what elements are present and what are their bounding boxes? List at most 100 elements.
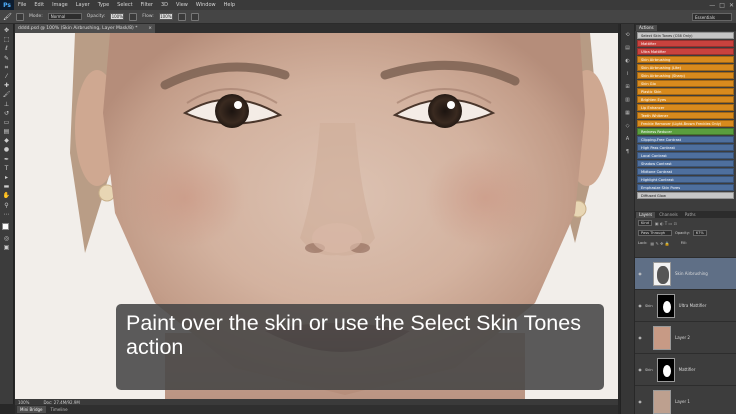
layer-thumbnail[interactable] [656,293,675,318]
tab-timeline[interactable]: Timeline [48,406,71,413]
layer-opacity-field[interactable]: 67% [692,230,707,236]
brush-panel-toggle-icon[interactable] [16,12,24,21]
tab-paths[interactable]: Paths [682,212,699,218]
swatches-icon[interactable]: ▦ [624,110,631,116]
action-item[interactable]: Lip Enhancer [637,103,734,112]
menu-image[interactable]: Image [48,2,72,8]
layer-row[interactable]: ◉ Skin Airbrushing [635,257,736,289]
lasso-tool-icon[interactable]: ℓ [3,46,11,52]
properties-icon[interactable]: ▤ [624,45,631,51]
action-item[interactable]: Highlight Contrast [637,175,734,184]
quick-select-tool-icon[interactable]: ✎ [3,55,11,62]
action-item[interactable]: Plastic Skin [637,87,734,96]
action-item[interactable]: Mattifier [637,39,734,48]
pressure-size-icon[interactable] [190,12,199,21]
menu-3d[interactable]: 3D [157,2,172,8]
action-item[interactable]: Diffused Glow [637,191,734,200]
lock-icons[interactable]: ▦ ✎ ✥ 🔒 [650,241,669,246]
layer-row[interactable]: ◉ Skin Ultra Mattifier [635,289,736,321]
healing-brush-tool-icon[interactable]: ✚ [3,83,11,89]
flow-field[interactable]: 100% [158,13,173,20]
histogram-icon[interactable]: ▥ [624,97,631,103]
layer-kind-filter[interactable]: Kind [638,220,652,226]
pen-tool-icon[interactable]: ✒ [3,156,11,163]
menu-edit[interactable]: Edit [30,2,48,8]
visibility-eye-icon[interactable]: ◉ [637,303,643,308]
action-item[interactable]: Teeth Whitener [637,111,734,120]
shape-tool-icon[interactable]: ▬ [3,184,11,190]
action-item[interactable]: Shadow Contrast [637,159,734,168]
action-item[interactable]: Skin Airbrushing (Lite) [637,63,734,72]
minimize-button[interactable]: — [709,2,715,9]
action-item[interactable]: Emphasize Skin Pores [637,183,734,192]
brush-preset-icon[interactable]: 🖌 [3,13,12,21]
crop-tool-icon[interactable]: ⌗ [3,64,11,71]
zoom-tool-icon[interactable]: ⚲ [3,202,11,209]
menu-window[interactable]: Window [192,2,220,8]
airbrush-icon[interactable] [177,12,186,21]
hand-tool-icon[interactable]: ✋ [3,193,11,199]
menu-view[interactable]: View [172,2,192,8]
tab-layers[interactable]: Layers [636,212,656,218]
visibility-eye-icon[interactable]: ◉ [637,335,643,340]
action-item[interactable]: Freckle Remover (Light-Brown Freckles On… [637,119,734,128]
action-item[interactable]: Clipping-Free Contrast [637,135,734,144]
menu-help[interactable]: Help [220,2,239,8]
history-brush-tool-icon[interactable]: ↺ [3,110,11,117]
layer-thumbnail[interactable] [656,357,675,382]
eraser-tool-icon[interactable]: ▭ [3,119,11,126]
action-item[interactable]: Redness Reducer [637,127,734,136]
visibility-eye-icon[interactable]: ◉ [637,367,643,372]
action-item[interactable]: Local Contrast [637,151,734,160]
menu-select[interactable]: Select [113,2,136,8]
screen-mode-icon[interactable]: ▣ [3,245,11,251]
maximize-button[interactable]: □ [719,2,725,9]
history-icon[interactable]: ⟲ [624,32,631,38]
menu-filter[interactable]: Filter [137,2,157,8]
clone-stamp-tool-icon[interactable]: ⊥ [3,101,11,108]
layer-row[interactable]: ◉ Layer 1 [635,385,736,414]
layer-thumbnail[interactable] [653,325,671,350]
navigator-icon[interactable]: ⊞ [624,84,631,90]
eyedropper-tool-icon[interactable]: ⁄ [3,73,11,80]
gradient-tool-icon[interactable]: ▤ [3,129,11,135]
blur-tool-icon[interactable]: ◆ [3,138,11,144]
layer-row[interactable]: ◉ Skin Mattifier [635,353,736,385]
action-item[interactable]: Midtone Contrast [637,167,734,176]
adjustments-icon[interactable]: ◐ [624,58,631,64]
menu-file[interactable]: File [14,2,30,8]
close-icon[interactable]: × [148,26,152,31]
more-tools-icon[interactable]: ⋯ [3,211,11,218]
dodge-tool-icon[interactable]: ● [3,147,11,153]
info-icon[interactable]: i [624,71,631,77]
blend-mode-select[interactable]: Pass Through [638,230,672,236]
color-swatches[interactable] [1,222,12,233]
layer-thumbnail[interactable] [653,389,671,414]
zoom-level[interactable]: 100% [18,400,29,405]
filter-icons[interactable]: ▣ ◐ T ▭ ⊡ [655,221,677,226]
pressure-opacity-icon[interactable] [129,12,138,21]
styles-icon[interactable]: ◇ [624,123,631,129]
brush-tool-icon[interactable]: 🖌 [3,92,11,98]
move-tool-icon[interactable]: ✥ [3,28,11,34]
menu-type[interactable]: Type [94,2,113,8]
marquee-tool-icon[interactable]: ⬚ [3,37,11,43]
action-item[interactable]: Select Skin Tones (CS6 Only) [637,32,734,40]
path-selection-tool-icon[interactable]: ▸ [3,175,11,181]
quick-mask-icon[interactable]: ◎ [3,236,11,242]
menu-layer[interactable]: Layer [72,2,94,8]
tab-channels[interactable]: Channels [656,212,681,218]
layer-thumbnail[interactable] [653,261,671,286]
action-item[interactable]: Skin Glo [637,79,734,88]
layer-row[interactable]: ◉ Layer 2 [635,321,736,353]
visibility-eye-icon[interactable]: ◉ [637,399,643,404]
mode-select[interactable]: Normal [47,13,82,20]
document-tab[interactable]: dddd.psd @ 100% (Skin Airbrushing, Layer… [15,24,155,33]
tab-actions[interactable]: Actions [636,25,657,31]
tab-mini-bridge[interactable]: Mini Bridge [17,406,46,413]
opacity-field[interactable]: 100% [110,13,125,20]
character-icon[interactable]: A [624,136,631,142]
action-item[interactable]: Skin Airbrushing (Sharp) [637,71,734,80]
action-item[interactable]: High Pass Contrast [637,143,734,152]
foreground-color-swatch[interactable] [1,222,9,230]
